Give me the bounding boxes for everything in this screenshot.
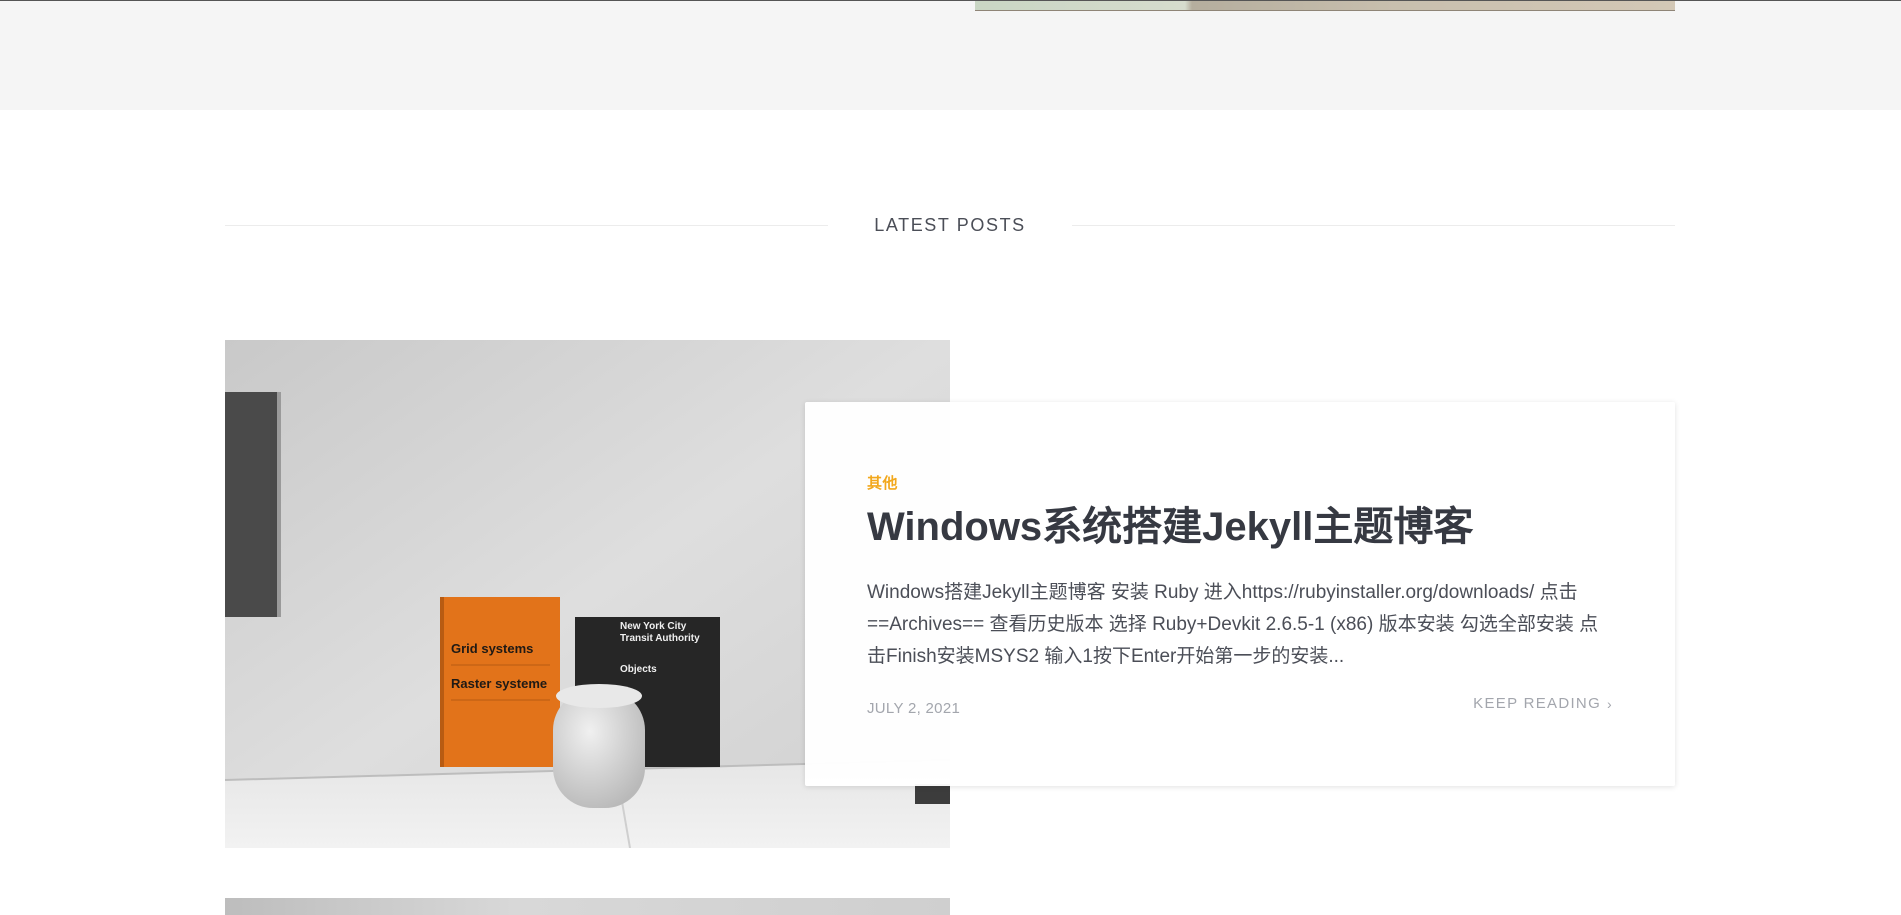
previous-post-image[interactable]	[975, 1, 1675, 11]
post-card: 其他 Windows系统搭建Jekyll主题博客 Windows搭建Jekyll…	[805, 402, 1675, 786]
chevron-right-icon: ›	[1607, 695, 1613, 712]
post-category-link[interactable]: 其他	[867, 472, 1612, 493]
keep-reading-label: KEEP READING	[1473, 695, 1602, 712]
book-title-nyc: New York City	[620, 621, 687, 632]
book-title-objects: Objects	[620, 664, 657, 675]
latest-posts-heading: LATEST POSTS	[225, 208, 1676, 242]
post-date: JULY 2, 2021	[867, 700, 961, 717]
post-excerpt: Windows搭建Jekyll主题博客 安装 Ruby 进入https://ru…	[867, 582, 1599, 667]
heading-rule-right	[1071, 224, 1676, 226]
post-title-link[interactable]: Windows系统搭建Jekyll主题博客	[867, 505, 1612, 549]
section-heading-text: LATEST POSTS	[874, 214, 1026, 235]
book-title-transit: Transit Authority	[620, 633, 700, 644]
heading-rule-left	[225, 224, 829, 226]
post-card-content: 其他 Windows系统搭建Jekyll主题博客 Windows搭建Jekyll…	[867, 472, 1612, 673]
book-title-raster: Raster systeme	[451, 676, 547, 691]
book-title-grid: Grid systems	[451, 641, 533, 656]
previous-section-band	[0, 0, 1901, 110]
keep-reading-link[interactable]: KEEP READING ›	[1473, 695, 1613, 712]
next-post-image[interactable]	[225, 898, 950, 915]
